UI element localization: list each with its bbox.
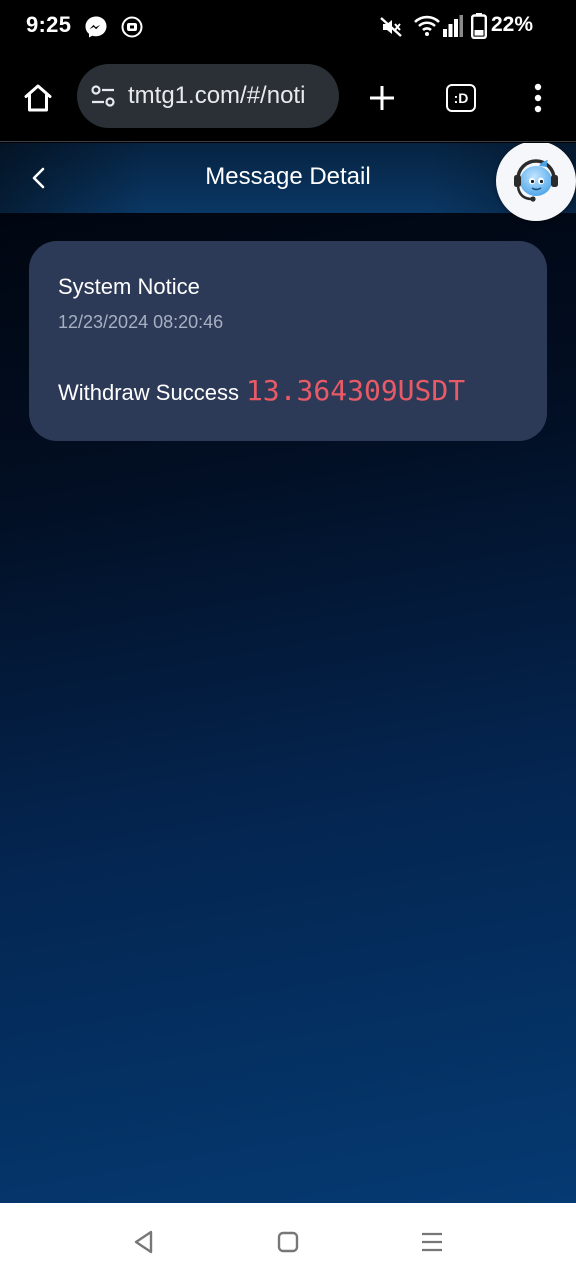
more-menu-icon — [534, 83, 542, 113]
site-settings-icon[interactable] — [89, 82, 117, 110]
system-navigation-bar — [0, 1203, 576, 1280]
notification-app-icon — [121, 16, 143, 38]
message-title: System Notice — [58, 274, 200, 299]
page-header: Message Detail — [0, 143, 576, 213]
back-nav-icon[interactable] — [126, 1225, 162, 1259]
url-text[interactable]: tmtg1.com/#/noti — [128, 82, 305, 110]
tab-count-label: :D — [453, 90, 469, 106]
home-button[interactable] — [18, 78, 58, 118]
message-body-prefix: Withdraw Success — [58, 380, 239, 405]
browser-toolbar: tmtg1.com/#/noti :D — [0, 54, 576, 142]
message-body: Withdraw Success 13.364309USDT — [58, 374, 465, 407]
more-menu-button[interactable] — [522, 78, 554, 118]
web-page: Message Detail System Notice 12/23/2024 … — [0, 143, 576, 1203]
status-bar: 9:25 22% — [0, 0, 576, 54]
phone-screen: 9:25 22% tmtg1.com/#/noti:D Message Det… — [0, 0, 576, 1280]
mute-icon — [380, 17, 402, 37]
battery-percent: 22% — [491, 13, 534, 36]
address-bar[interactable]: tmtg1.com/#/noti — [77, 64, 339, 128]
home-icon — [24, 84, 52, 112]
message-date: 12/23/2024 08:20:46 — [58, 312, 224, 332]
battery-icon — [471, 13, 487, 39]
recents-nav-icon[interactable] — [414, 1225, 450, 1259]
message-card: System Notice 12/23/2024 08:20:46 Withdr… — [29, 241, 547, 441]
wifi-icon — [414, 15, 440, 36]
withdraw-amount: 13.364309USDT — [245, 374, 466, 407]
page-title: Message Detail — [205, 163, 371, 190]
tabs-icon: :D — [446, 84, 476, 112]
new-tab-button[interactable] — [362, 78, 402, 118]
support-agent-icon — [514, 159, 558, 202]
new-tab-icon — [370, 86, 394, 110]
home-nav-icon[interactable] — [270, 1225, 306, 1259]
status-time: 9:25 — [26, 12, 72, 37]
customer-support-button[interactable] — [496, 143, 576, 221]
tabs-button[interactable]: :D — [441, 78, 481, 118]
messenger-icon — [85, 16, 107, 38]
signal-icon — [443, 15, 463, 37]
